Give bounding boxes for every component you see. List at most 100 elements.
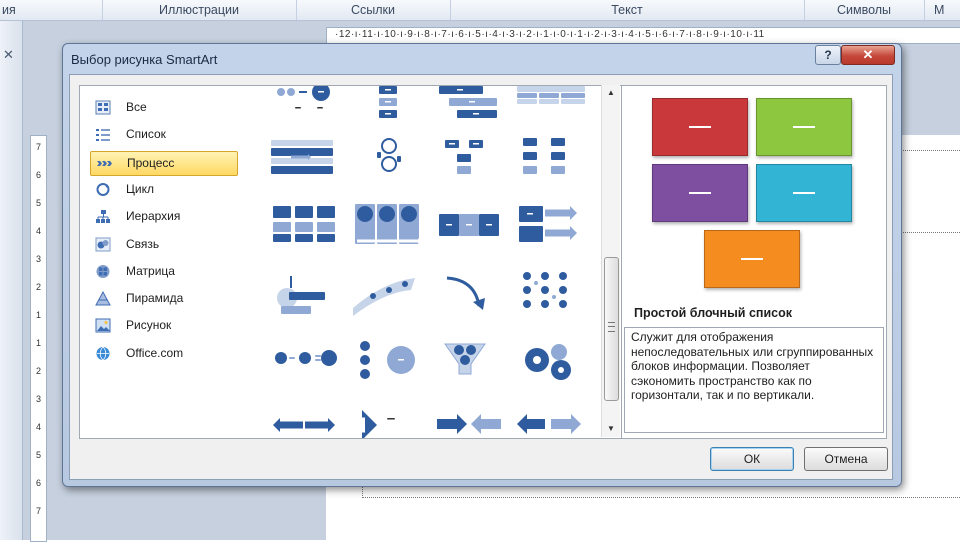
category-item[interactable]: Связь [90,233,238,256]
placeholder-text [793,126,815,128]
ruler-number: 1 [35,338,41,348]
opposing-double-arrows-thumb[interactable] [515,404,587,438]
circle-dot-grid-thumb[interactable] [515,272,587,328]
category-item[interactable]: Цикл [90,178,238,201]
category-item[interactable]: Список [90,123,238,146]
table-list-thumb[interactable] [515,86,587,142]
ribbon-group-text[interactable]: Текст [450,0,805,20]
category-item[interactable]: Office.com [90,342,238,365]
preview-description: Служит для отображения непоследовательны… [624,327,884,433]
category-label: Список [126,127,166,142]
category-label: Матрица [126,263,175,278]
ribbon-group-illustrations[interactable]: Иллюстрации [102,0,297,20]
column-process-thumb[interactable] [353,204,425,260]
ruler-number: 5 [35,198,41,208]
category-label: Рисунок [126,318,172,333]
all-icon [95,100,111,115]
help-button[interactable]: ? [815,45,841,65]
process-icon [96,156,112,171]
gear-thumb[interactable] [515,338,587,394]
preview-block [756,98,852,156]
category-item[interactable]: Процесс [90,150,238,176]
preview-block [652,164,748,222]
category-label: Office.com [126,345,184,360]
category-item[interactable]: Пирамида [90,287,238,310]
placeholder-text [689,126,711,128]
category-label: Пирамида [126,291,184,306]
ruler-number: 3 [35,394,41,404]
category-item[interactable]: Все [90,96,238,119]
ribbon-group-more[interactable]: М [926,0,960,20]
cycle-icon [95,182,111,197]
picture-icon [95,318,111,333]
category-label: Цикл [126,181,154,196]
vertical-process-thumb[interactable] [353,86,425,142]
gallery-scrollbar[interactable]: ▲ ▼ [601,85,620,437]
basic-chevron-thumb[interactable] [435,204,507,260]
navigation-pane: ✕ [0,21,23,540]
placeholder-text [741,258,763,260]
staggered-process-thumb[interactable] [435,86,507,142]
bending-process-thumb[interactable] [435,136,507,192]
office-com-icon [95,346,111,361]
grip-icon [608,322,615,332]
ruler-number: 4 [35,226,41,236]
preview-block [652,98,748,156]
ruler-number: 3 [35,254,41,264]
matrix-icon [95,264,111,279]
category-item[interactable]: Матрица [90,260,238,283]
opposing-arrows-thumb[interactable] [271,404,343,438]
text-boundary [903,232,960,233]
detailed-process-thumb[interactable] [271,204,343,260]
text-boundary [903,150,960,151]
vertical-ruler[interactable]: 7 6 5 4 3 2 1 1 2 3 4 5 6 7 [30,135,47,542]
curved-arrow-thumb[interactable] [435,272,507,328]
category-label: Процесс [127,155,175,170]
ruler-number: 1 [35,310,41,320]
smartart-dialog: Выбор рисунка SmartArt ? ✕ Все Список Проц… [62,43,902,487]
funnel-thumb[interactable] [435,338,507,394]
ruler-number: 2 [35,282,41,292]
preview-graphic [648,92,858,292]
ruler-number: 2 [35,366,41,376]
list-icon [95,127,111,142]
ribbon-group-symbols[interactable]: Символы [804,0,925,20]
circle-arrow-process-thumb[interactable] [271,86,343,142]
up-arrow-thumb[interactable] [353,272,425,328]
equation-thumb[interactable] [271,338,343,394]
ok-button[interactable]: ОК [710,447,794,471]
preview-title: Простой блочный список [634,306,792,320]
scroll-down-icon[interactable]: ▼ [602,421,620,437]
close-button[interactable]: ✕ [841,45,895,65]
hierarchy-icon [95,209,111,224]
category-item[interactable]: Рисунок [90,314,238,337]
scroll-thumb[interactable] [604,257,619,401]
ribbon-group-pages[interactable]: ия [0,0,103,20]
circle-chain-thumb[interactable] [353,136,425,192]
preview-panel: Простой блочный список Служит для отобра… [621,85,887,439]
horizontal-ruler[interactable]: ·12·ı·11·ı·10·ı·9·ı·8·ı·7·ı·6·ı·5·ı·4·ı·… [326,27,960,44]
close-icon[interactable]: ✕ [3,47,14,63]
upward-step-thumb[interactable] [271,272,343,328]
scroll-up-icon[interactable]: ▲ [602,85,620,101]
vertical-equation-thumb[interactable] [353,338,425,394]
repeating-bending-thumb[interactable] [515,136,587,192]
layout-gallery [251,85,622,439]
cancel-button[interactable]: Отмена [804,447,888,471]
ruler-number: 7 [35,142,41,152]
converging-arrows-thumb[interactable] [435,404,507,438]
category-item[interactable]: Иерархия [90,205,238,228]
ribbon-group-links[interactable]: Ссылки [296,0,451,20]
pyramid-icon [95,291,111,306]
up-arrow-steps-thumb[interactable] [353,404,425,438]
placeholder-text [793,192,815,194]
ruler-number: 4 [35,422,41,432]
category-label: Все [126,100,147,114]
segmented-process-thumb[interactable] [271,136,343,192]
relationship-icon [95,237,111,252]
ruler-number: 5 [35,450,41,460]
ruler-number: 7 [35,506,41,516]
category-label: Иерархия [126,209,181,224]
accent-process-thumb[interactable] [515,204,587,260]
ruler-number: 6 [35,478,41,488]
